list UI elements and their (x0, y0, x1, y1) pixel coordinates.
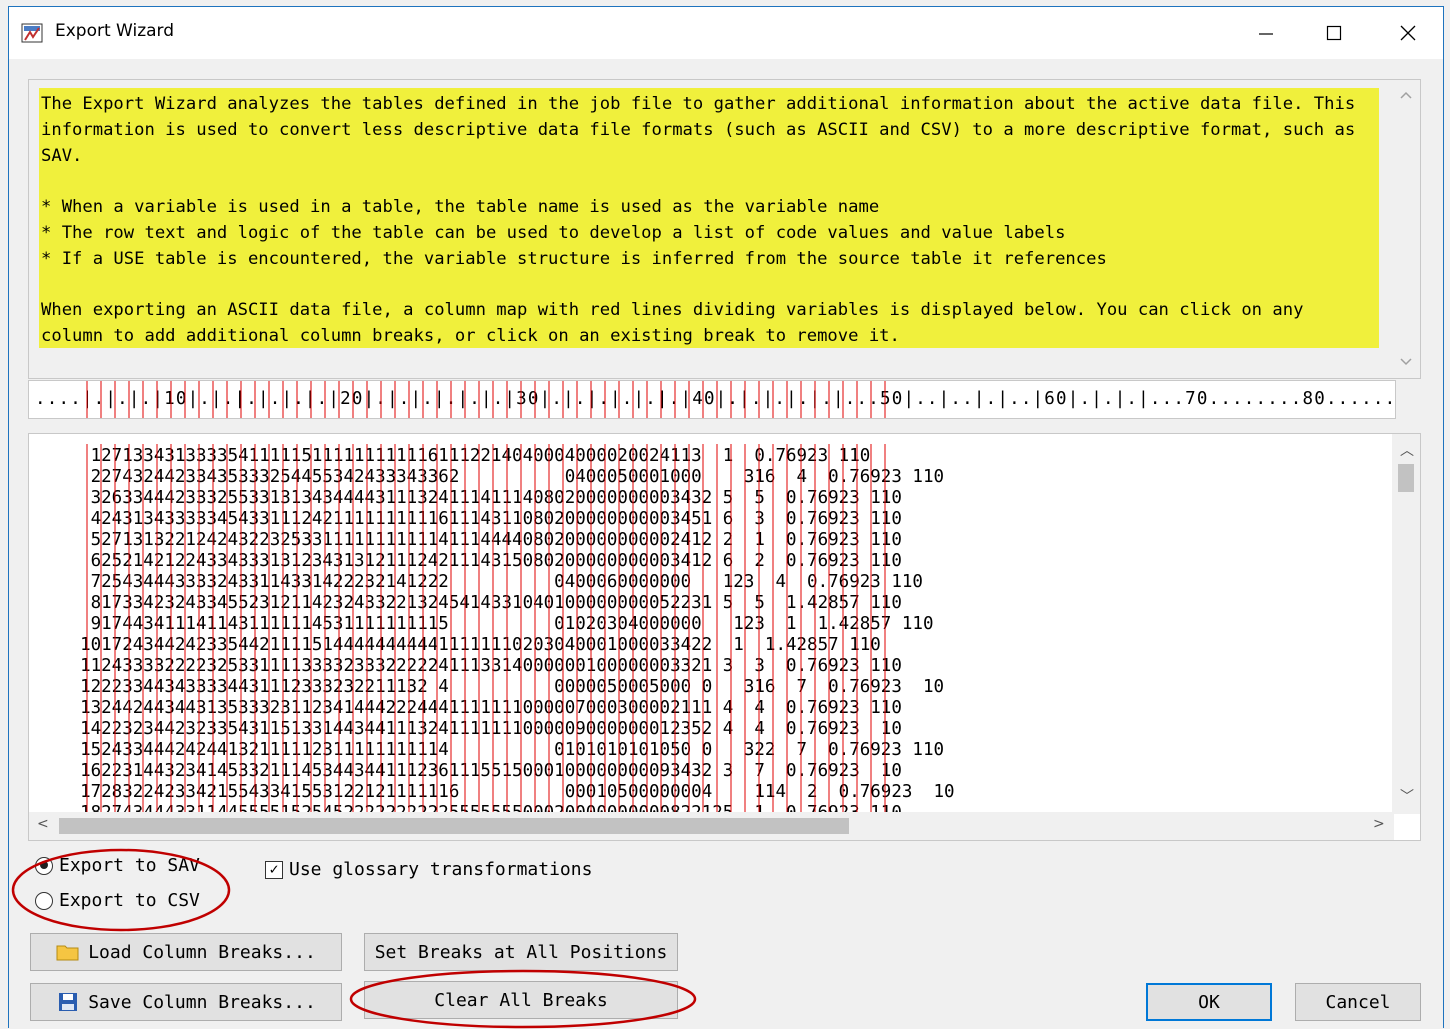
export-sav-label: Export to SAV (59, 855, 200, 876)
clear-all-breaks-label: Clear All Breaks (434, 989, 608, 1011)
title-bar: Export Wizard (9, 7, 1443, 59)
export-wizard-window: Export Wizard The Export Wizard analyzes… (8, 6, 1444, 1029)
clear-all-breaks-button[interactable]: Clear All Breaks (364, 981, 678, 1019)
set-breaks-all-button[interactable]: Set Breaks at All Positions (364, 933, 678, 971)
scroll-right-icon[interactable]: > (1373, 816, 1385, 832)
close-icon (1400, 25, 1416, 41)
info-panel[interactable]: The Export Wizard analyzes the tables de… (28, 79, 1421, 379)
vertical-scrollbar[interactable]: ︿ ﹀ (1392, 434, 1420, 814)
scroll-down-icon[interactable]: ﹀ (1400, 786, 1414, 806)
minimize-button[interactable] (1231, 7, 1301, 59)
data-break-lines (86, 444, 886, 814)
save-disk-icon (59, 993, 78, 1011)
save-column-breaks-button[interactable]: Save Column Breaks... (30, 983, 342, 1021)
folder-icon (56, 945, 79, 961)
scroll-left-icon[interactable]: < (37, 816, 49, 832)
export-csv-label: Export to CSV (59, 890, 200, 911)
ok-button[interactable]: OK (1146, 983, 1272, 1021)
cancel-label: Cancel (1325, 991, 1391, 1013)
scroll-up-icon[interactable] (1400, 90, 1412, 102)
export-sav-option[interactable]: Export to SAV (35, 855, 200, 876)
column-ruler[interactable]: ....|.|.|.|10|.|.|.|.|.|.|20|.|.|.|.|.|.… (28, 380, 1396, 419)
cancel-button[interactable]: Cancel (1295, 983, 1421, 1021)
close-button[interactable] (1373, 7, 1443, 59)
ok-label: OK (1198, 991, 1220, 1013)
save-column-breaks-label: Save Column Breaks... (88, 991, 316, 1013)
minimize-icon (1259, 33, 1273, 35)
export-csv-radio[interactable] (35, 891, 53, 910)
set-breaks-all-label: Set Breaks at All Positions (374, 941, 668, 963)
maximize-button[interactable] (1299, 7, 1369, 59)
load-column-breaks-button[interactable]: Load Column Breaks... (30, 933, 342, 971)
export-sav-radio[interactable] (35, 856, 53, 875)
ruler-break-lines (86, 381, 886, 418)
glossary-option[interactable]: ✓ Use glossary transformations (265, 859, 592, 880)
scroll-down-icon[interactable] (1400, 355, 1412, 367)
data-column-map[interactable]: 1271334313333541111151111111111161112214… (28, 433, 1421, 841)
horizontal-scrollbar[interactable]: < > (29, 812, 1394, 840)
horizontal-scroll-thumb[interactable] (59, 818, 849, 834)
vertical-scroll-thumb[interactable] (1398, 464, 1414, 492)
glossary-checkbox[interactable]: ✓ (265, 860, 283, 879)
load-column-breaks-label: Load Column Breaks... (88, 941, 316, 963)
scroll-up-icon[interactable]: ︿ (1400, 440, 1414, 460)
window-title: Export Wizard (55, 21, 175, 41)
glossary-label: Use glossary transformations (289, 859, 593, 880)
maximize-icon (1326, 25, 1342, 41)
export-csv-option[interactable]: Export to CSV (35, 890, 200, 911)
info-text: The Export Wizard analyzes the tables de… (39, 88, 1379, 348)
app-icon (21, 23, 43, 43)
info-scrollbar[interactable] (1392, 80, 1420, 378)
